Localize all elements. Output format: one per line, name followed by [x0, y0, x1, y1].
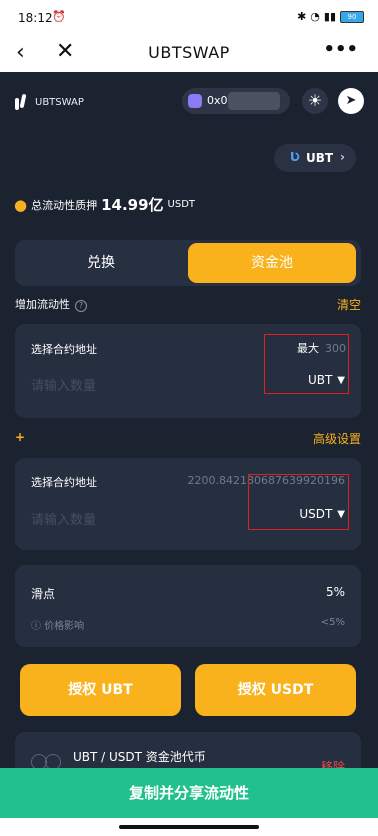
amount-input-a[interactable]: 请输入数量 — [31, 375, 96, 394]
status-bar: 18:12 ⏰ ✱ ◔ ▮▮ 90 — [0, 0, 378, 34]
amount-input-b[interactable]: 请输入数量 — [31, 509, 96, 528]
contract-address-label: 选择合约地址 — [31, 476, 97, 489]
help-icon[interactable]: ? — [75, 300, 87, 312]
token-b-card: 选择合约地址 2200.842180687639920196 请输入数量 USD… — [15, 458, 361, 550]
advanced-settings-link[interactable]: 高级设置 — [313, 430, 361, 447]
ubt-icon: Ʋ — [290, 150, 300, 164]
add-liquidity-label: 增加流动性 — [15, 298, 70, 311]
pool-token-name: UBT / USDT 资金池代币 — [73, 750, 206, 764]
highlight-box — [264, 334, 349, 394]
tvl-unit: USDT — [167, 199, 196, 210]
bluetooth-icon: ✱ — [297, 10, 307, 23]
contract-address-label: 选择合约地址 — [31, 343, 97, 356]
token-a-card: 选择合约地址 请输入数量 最大 300 UBT ▼ — [15, 324, 361, 418]
alarm-icon: ⏰ — [52, 10, 66, 23]
logo-text: UBTSWAP — [35, 96, 84, 108]
price-impact-text: 价格影响 — [44, 621, 85, 632]
telegram-icon[interactable]: ➤ — [338, 88, 364, 114]
highlight-box — [248, 474, 349, 530]
status-indicators: ✱ ◔ ▮▮ 90 — [297, 10, 364, 23]
tvl-label: 总流动性质押 — [31, 198, 98, 212]
clear-button[interactable]: 清空 — [337, 296, 361, 313]
help-icon: ⓘ — [31, 621, 45, 632]
home-indicator — [0, 818, 378, 836]
ubt-logo-icon — [14, 93, 30, 110]
wallet-address: 0x0 — [207, 94, 228, 107]
tab-pool[interactable]: 资金池 — [188, 243, 356, 283]
price-impact-label: ⓘ 价格影响 — [31, 617, 84, 632]
slippage-label: 滑点 — [31, 587, 56, 601]
wallet-button[interactable]: 0x0 — [182, 88, 290, 114]
chevron-right-icon: › — [340, 150, 345, 164]
coins-icon: ● — [14, 195, 28, 214]
wallet-icon — [188, 94, 202, 108]
slippage-card[interactable]: 滑点 5% ⓘ 价格影响 <5% — [15, 565, 361, 647]
slippage-value: 5% — [325, 585, 345, 599]
plus-icon: + — [15, 430, 26, 444]
copy-share-liquidity-button[interactable]: 复制并分享流动性 — [0, 768, 378, 818]
more-icon[interactable]: ••• — [323, 39, 358, 60]
title-bar: ‹ ✕ UBTSWAP ••• — [0, 34, 378, 72]
tvl-value: 14.99亿 — [101, 196, 164, 214]
wifi-icon: ◔ — [310, 10, 320, 23]
approve-usdt-button[interactable]: 授权 USDT — [195, 664, 356, 716]
app-logo[interactable]: UBTSWAP — [14, 93, 84, 110]
ubt-token-button[interactable]: Ʋ UBT › — [274, 144, 356, 172]
ubt-button-label: UBT — [306, 151, 334, 165]
tvl-summary: ● 总流动性质押 14.99亿 USDT — [14, 194, 195, 215]
signal-icon: ▮▮ — [323, 10, 336, 23]
theme-toggle-icon[interactable]: ☀ — [302, 88, 328, 114]
battery-icon: 90 — [340, 10, 364, 23]
status-time: 18:12 — [18, 11, 53, 25]
plus-row: + 高级设置 — [15, 430, 361, 447]
mode-tabs: 兑换 资金池 — [15, 240, 361, 286]
approve-ubt-button[interactable]: 授权 UBT — [20, 664, 181, 716]
tab-swap[interactable]: 兑换 — [19, 243, 183, 283]
page-title: UBTSWAP — [148, 43, 230, 62]
price-impact-value: <5% — [320, 617, 345, 628]
add-liquidity-row: 增加流动性? 清空 — [15, 296, 361, 312]
address-redaction — [228, 92, 280, 110]
